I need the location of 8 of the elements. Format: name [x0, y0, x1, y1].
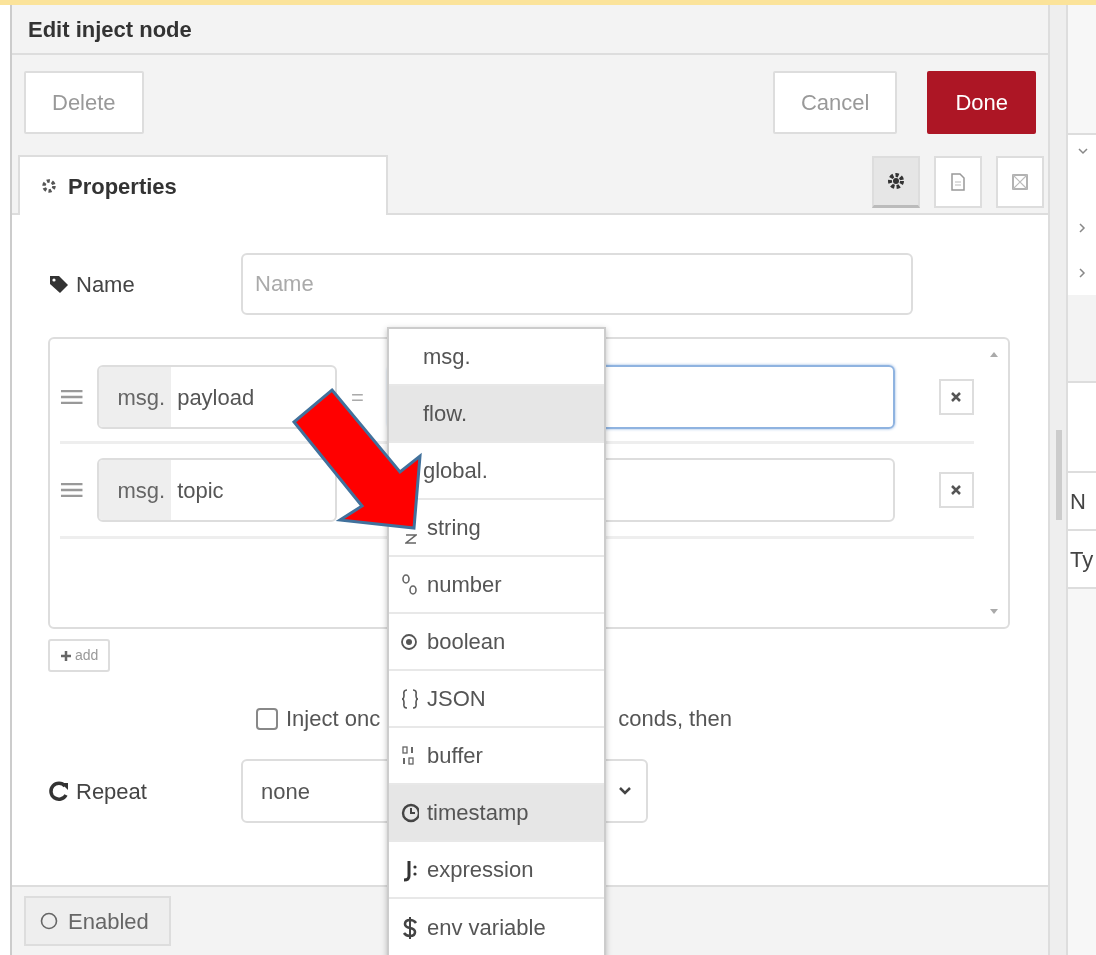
dialog-title: Edit inject node: [28, 17, 192, 42]
repeat-label: Repeat: [76, 777, 147, 806]
equals-sign: =: [350, 383, 365, 412]
inject-once-label: conds, then: [618, 705, 732, 733]
field-label: N: [1070, 489, 1086, 514]
name-label: Name: [76, 270, 135, 299]
field-label: Ty: [1070, 547, 1094, 572]
inject-once-label: Inject onc: [286, 705, 381, 733]
